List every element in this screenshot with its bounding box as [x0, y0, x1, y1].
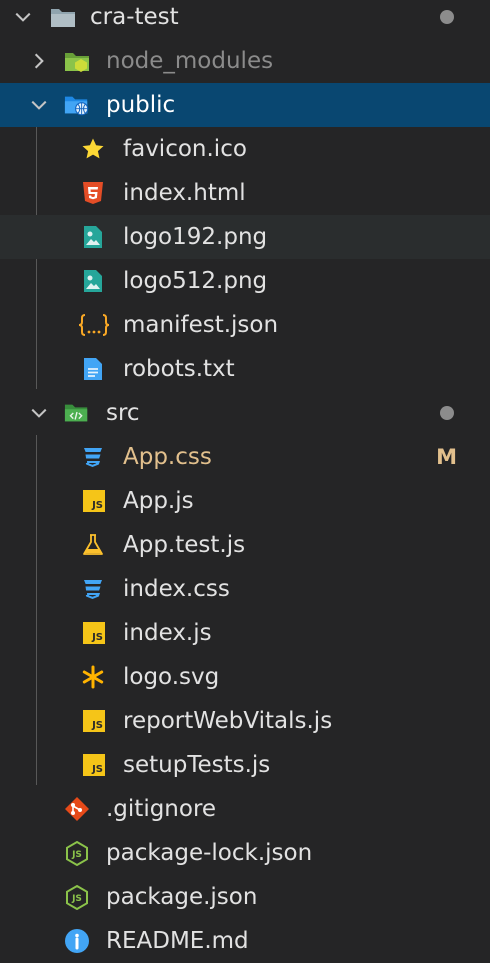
git-modified-badge: M	[436, 445, 457, 469]
tree-row-node-modules[interactable]: node_modules	[0, 39, 490, 83]
tree-row-file[interactable]: JS reportWebVitals.js	[0, 699, 490, 743]
folder-label-public: public	[106, 92, 176, 118]
file-label: favicon.ico	[123, 136, 247, 162]
tree-row-file[interactable]: .gitignore	[0, 787, 490, 831]
tree-row-file[interactable]: index.css	[0, 567, 490, 611]
nodejs-icon: JS	[64, 840, 90, 866]
globe-folder-icon	[64, 92, 90, 118]
flask-icon	[80, 532, 106, 558]
chevron-down-icon	[15, 12, 31, 22]
code-folder-icon	[64, 400, 90, 426]
tree-row-public[interactable]: public	[0, 83, 490, 127]
file-label: manifest.json	[123, 312, 279, 338]
tree-row-file[interactable]: JS index.js	[0, 611, 490, 655]
svg-text:JS: JS	[71, 894, 82, 904]
star-icon	[80, 136, 106, 162]
chevron-down-icon	[31, 408, 47, 418]
file-label: setupTests.js	[123, 752, 271, 778]
file-label: logo512.png	[123, 268, 268, 294]
svg-asterisk-icon	[80, 664, 106, 690]
nodejs-icon: JS	[64, 884, 90, 910]
javascript-icon: JS	[81, 708, 107, 734]
tree-row-file[interactable]: App.test.js	[0, 523, 490, 567]
chevron-down-icon	[31, 100, 47, 110]
file-label: robots.txt	[123, 356, 235, 382]
file-label: index.css	[123, 576, 230, 602]
info-icon	[64, 928, 90, 954]
file-label: index.html	[123, 180, 246, 206]
tree-row-file[interactable]: JS App.js	[0, 479, 490, 523]
tree-row-file[interactable]: JS setupTests.js	[0, 743, 490, 787]
json-braces-icon	[78, 312, 110, 338]
file-label: logo192.png	[123, 224, 268, 250]
javascript-icon: JS	[81, 752, 107, 778]
file-label: README.md	[106, 928, 249, 954]
file-label: App.js	[123, 488, 194, 514]
tree-row-file[interactable]: robots.txt	[0, 347, 490, 391]
tree-row-file[interactable]: index.html	[0, 171, 490, 215]
tree-row-file[interactable]: README.md	[0, 919, 490, 963]
folder-label-src: src	[106, 400, 140, 426]
folder-label-root: cra-test	[90, 4, 179, 30]
html5-icon	[80, 180, 106, 206]
tree-row-file[interactable]: logo512.png	[0, 259, 490, 303]
tree-row-src[interactable]: src	[0, 391, 490, 435]
javascript-icon: JS	[81, 620, 107, 646]
file-label: package-lock.json	[106, 840, 313, 866]
file-label: logo.svg	[123, 664, 220, 690]
tree-row-file[interactable]: favicon.ico	[0, 127, 490, 171]
svg-text:JS: JS	[71, 850, 82, 860]
file-label: index.js	[123, 620, 212, 646]
git-icon	[64, 796, 90, 822]
changes-dot	[440, 406, 454, 420]
file-label: App.css	[123, 444, 212, 470]
folder-icon	[50, 4, 76, 30]
text-file-icon	[80, 356, 106, 382]
tree-row-file[interactable]: App.css M	[0, 435, 490, 479]
tree-row-file[interactable]: JS package.json	[0, 875, 490, 919]
css3-icon	[80, 576, 106, 602]
changes-dot	[440, 10, 454, 24]
file-label: App.test.js	[123, 532, 246, 558]
chevron-right-icon	[34, 53, 44, 69]
file-label: package.json	[106, 884, 258, 910]
javascript-icon: JS	[81, 488, 107, 514]
tree-row-root[interactable]: cra-test	[0, 0, 490, 39]
tree-row-file[interactable]: logo.svg	[0, 655, 490, 699]
folder-label-node-modules: node_modules	[106, 48, 274, 74]
tree-row-file[interactable]: JS package-lock.json	[0, 831, 490, 875]
file-label: .gitignore	[106, 796, 217, 822]
css3-icon	[80, 444, 106, 470]
node-folder-icon	[64, 48, 90, 74]
image-icon	[80, 268, 106, 294]
file-label: reportWebVitals.js	[123, 708, 333, 734]
tree-row-file[interactable]: manifest.json	[0, 303, 490, 347]
tree-row-file[interactable]: logo192.png	[0, 215, 490, 259]
image-icon	[80, 224, 106, 250]
